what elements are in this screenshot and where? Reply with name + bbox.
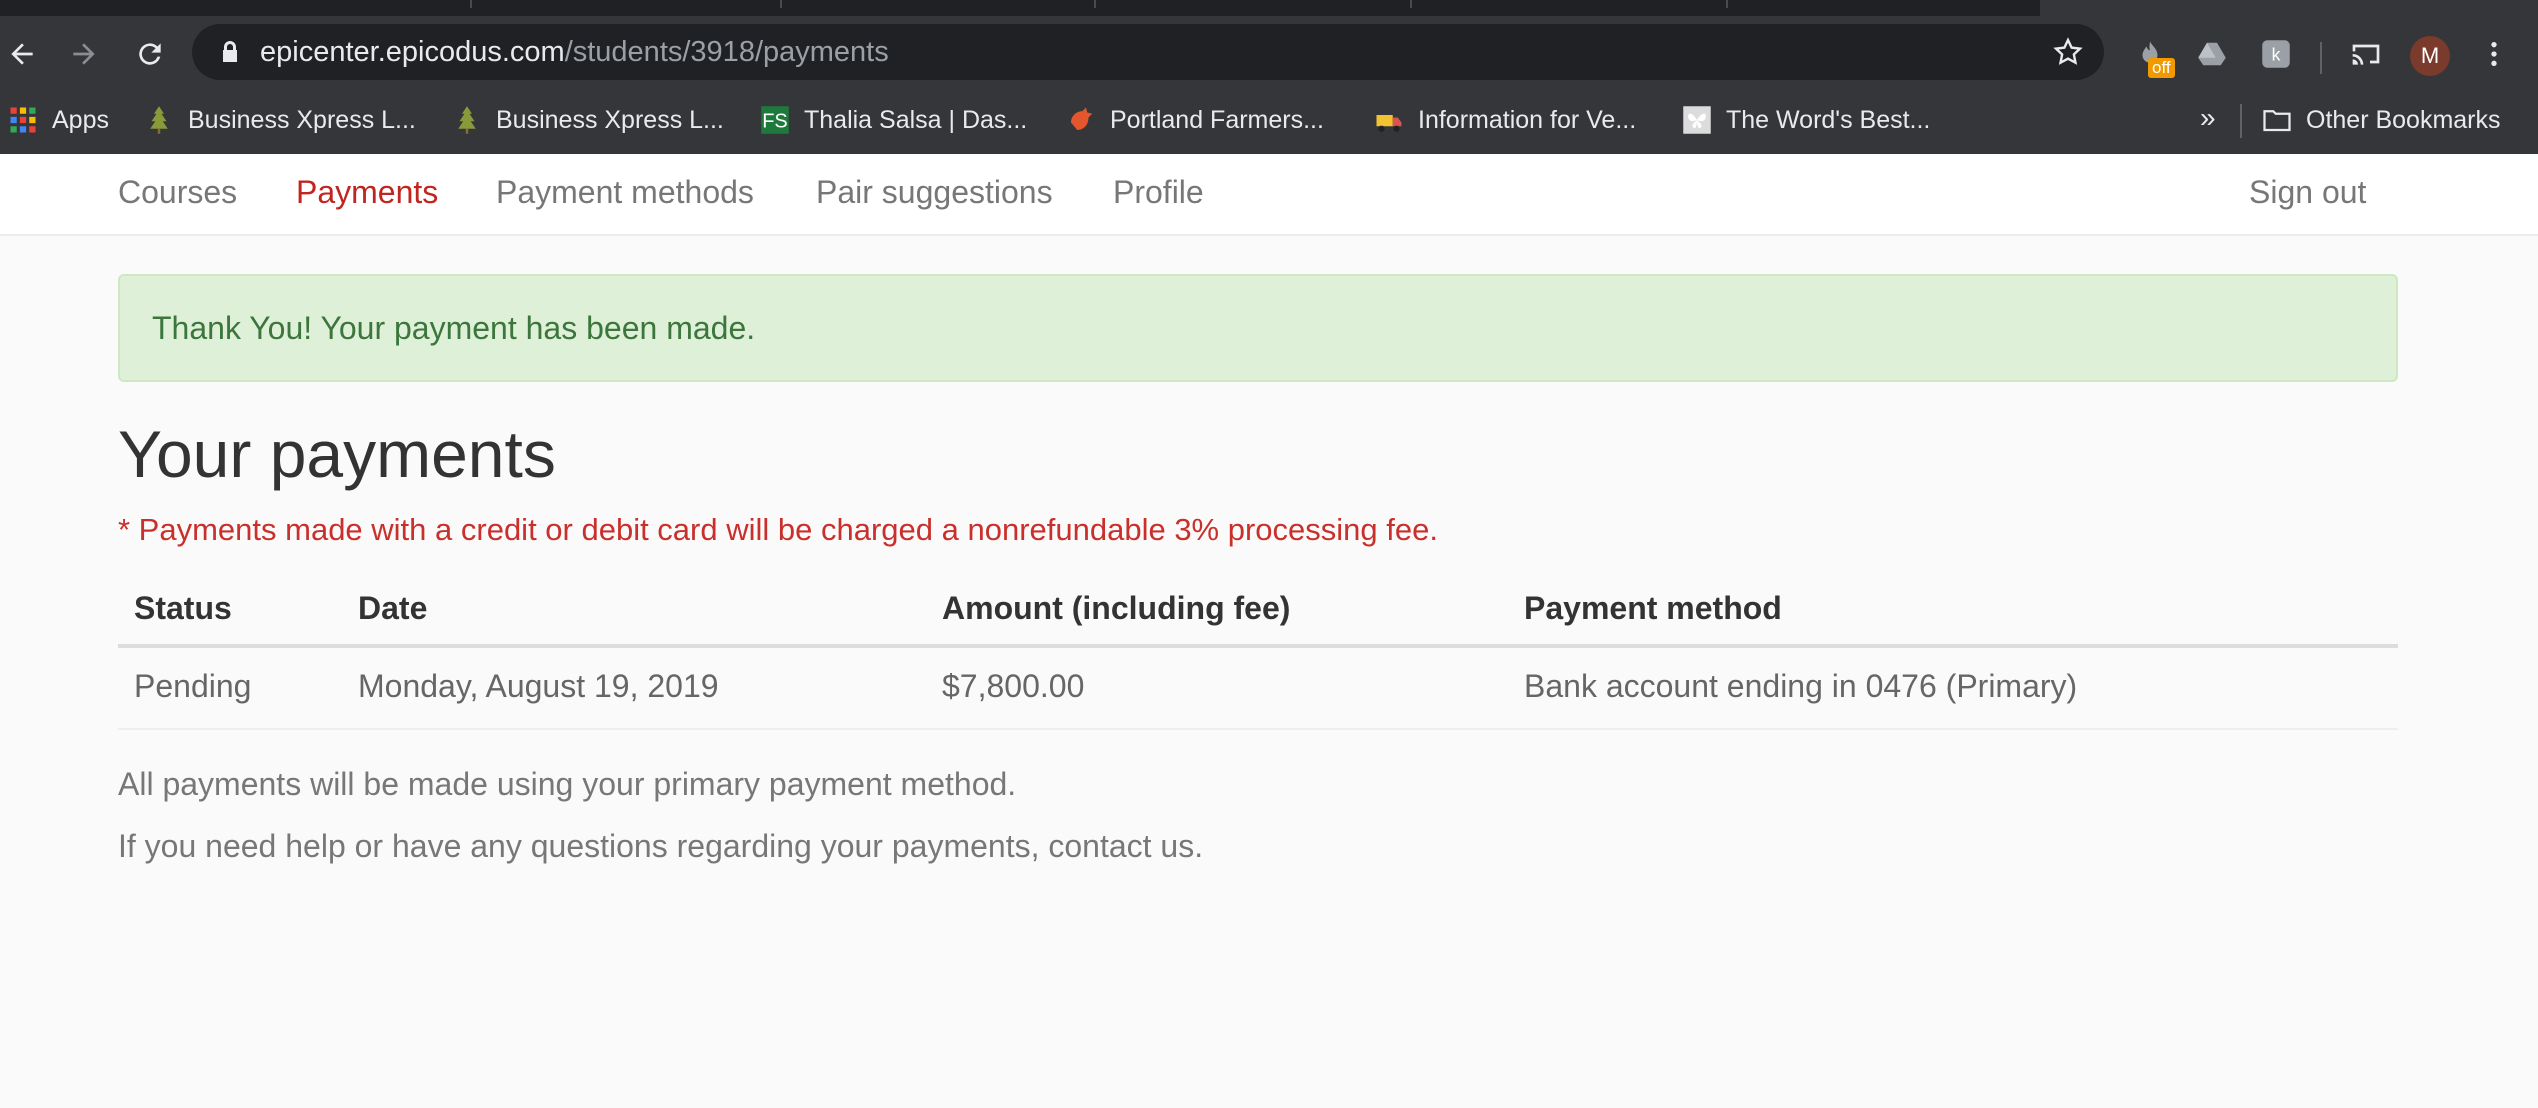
tree-icon <box>150 106 168 134</box>
back-button[interactable] <box>0 32 44 76</box>
primary-method-note: All payments will be made using your pri… <box>118 766 1017 802</box>
cell-date: Monday, August 19, 2019 <box>358 668 719 704</box>
column-header-amount: Amount (including fee) <box>942 590 1291 626</box>
drive-extension-button[interactable] <box>2190 32 2234 76</box>
extension-badge: off <box>2148 58 2175 78</box>
cell-amount: $7,800.00 <box>942 668 1085 704</box>
tab-separator <box>470 0 472 8</box>
rooster-icon <box>1071 107 1093 130</box>
processing-fee-note: * Payments made with a credit or debit c… <box>118 512 1438 547</box>
truck-icon <box>1376 115 1402 132</box>
column-header-status: Status <box>134 590 232 626</box>
kebab-menu-icon <box>2491 42 2497 66</box>
back-arrow-icon <box>11 43 33 65</box>
tab-separator <box>1410 0 1412 8</box>
nav-payment-methods[interactable]: Payment methods <box>496 174 754 211</box>
bookmark-thalia-salsa[interactable]: FS Thalia Salsa | Das... <box>760 100 1027 140</box>
other-bookmarks-folder[interactable]: Other Bookmarks <box>2262 100 2501 140</box>
nav-profile[interactable]: Profile <box>1113 174 1204 211</box>
bookmarks-overflow-button[interactable]: » <box>2200 102 2216 134</box>
site-navbar: Courses Payments Payment methods Pair su… <box>0 154 2538 236</box>
lock-icon <box>223 41 237 62</box>
svg-text:k: k <box>2272 44 2281 64</box>
table-header: Status Date Amount (including fee) Payme… <box>118 576 2398 648</box>
bookmark-label: Portland Farmers... <box>1110 105 1324 134</box>
browser-menu-button[interactable] <box>2472 32 2516 76</box>
forward-arrow-icon <box>73 43 95 65</box>
extension-k-button[interactable]: k <box>2254 32 2298 76</box>
tab-separator <box>780 0 782 8</box>
bookmark-label: Apps <box>52 105 109 134</box>
bookmark-label: Thalia Salsa | Das... <box>804 105 1028 134</box>
bookmarks-bar: Apps Business Xpress L... Business Xpres… <box>0 88 2538 154</box>
bookmark-portland-farmers[interactable]: Portland Farmers... <box>1066 100 1324 140</box>
bookmark-words-best[interactable]: The Word's Best... <box>1682 100 1930 140</box>
apps-grid-icon <box>10 107 36 133</box>
tree-icon <box>458 106 476 134</box>
k-extension-icon: k <box>2262 40 2290 68</box>
payments-table: Status Date Amount (including fee) Payme… <box>118 576 2398 730</box>
active-tab[interactable] <box>2040 0 2538 16</box>
cast-button[interactable] <box>2344 32 2388 76</box>
bookmark-label: Information for Ve... <box>1418 105 1637 134</box>
toolbar-divider <box>2320 42 2322 74</box>
profile-avatar[interactable]: M <box>2410 36 2450 76</box>
sign-out-link[interactable]: Sign out <box>2249 174 2366 211</box>
folder-icon <box>2263 110 2291 132</box>
nav-courses[interactable]: Courses <box>118 174 237 211</box>
bookmark-label: The Word's Best... <box>1726 105 1931 134</box>
url-text: epicenter.epicodus.com/students/3918/pay… <box>260 36 889 69</box>
bookmark-label: Other Bookmarks <box>2306 105 2501 134</box>
bookmark-business-xpress-2[interactable]: Business Xpress L... <box>452 100 724 140</box>
extension-off-button[interactable]: off <box>2128 32 2175 78</box>
tab-separator <box>1094 0 1096 8</box>
cell-status: Pending <box>134 668 252 704</box>
url-path: /students/3918/payments <box>564 36 889 68</box>
cell-payment-method: Bank account ending in 0476 (Primary) <box>1524 668 2078 704</box>
browser-toolbar: epicenter.epicodus.com/students/3918/pay… <box>0 16 2538 88</box>
column-header-payment-method: Payment method <box>1524 590 1782 626</box>
page-title: Your payments <box>118 417 556 491</box>
bookmark-business-xpress-1[interactable]: Business Xpress L... <box>144 100 416 140</box>
help-contact-note: If you need help or have any questions r… <box>118 828 1204 864</box>
bookmarks-divider <box>2240 104 2242 138</box>
nav-payments[interactable]: Payments <box>296 174 438 211</box>
column-header-date: Date <box>358 590 428 626</box>
butterfly-icon <box>1683 106 1711 134</box>
address-bar[interactable]: epicenter.epicodus.com/students/3918/pay… <box>192 24 2104 80</box>
success-alert: Thank You! Your payment has been made. <box>118 274 2398 382</box>
bookmark-label: Business Xpress L... <box>188 105 416 134</box>
bookmark-label: Business Xpress L... <box>496 105 724 134</box>
fs-logo-icon: FS <box>761 106 789 134</box>
forward-button[interactable] <box>62 32 106 76</box>
browser-chrome: epicenter.epicodus.com/students/3918/pay… <box>0 0 2538 154</box>
svg-text:FS: FS <box>762 111 788 133</box>
nav-pair-suggestions[interactable]: Pair suggestions <box>816 174 1053 211</box>
reload-button[interactable] <box>128 32 172 76</box>
cast-icon <box>2352 44 2380 65</box>
url-host: epicenter.epicodus.com <box>260 36 565 68</box>
tab-separator <box>1726 0 1728 8</box>
reload-icon <box>139 43 161 65</box>
table-row: Pending Monday, August 19, 2019 $7,800.0… <box>118 648 2398 730</box>
bookmark-information-for-vendors[interactable]: Information for Ve... <box>1374 100 1636 140</box>
alert-message: Thank You! Your payment has been made. <box>152 310 756 346</box>
bookmark-apps[interactable]: Apps <box>8 100 109 140</box>
bookmark-star-icon[interactable] <box>2052 36 2084 68</box>
drive-icon <box>2198 42 2226 66</box>
tab-strip <box>0 0 2538 16</box>
